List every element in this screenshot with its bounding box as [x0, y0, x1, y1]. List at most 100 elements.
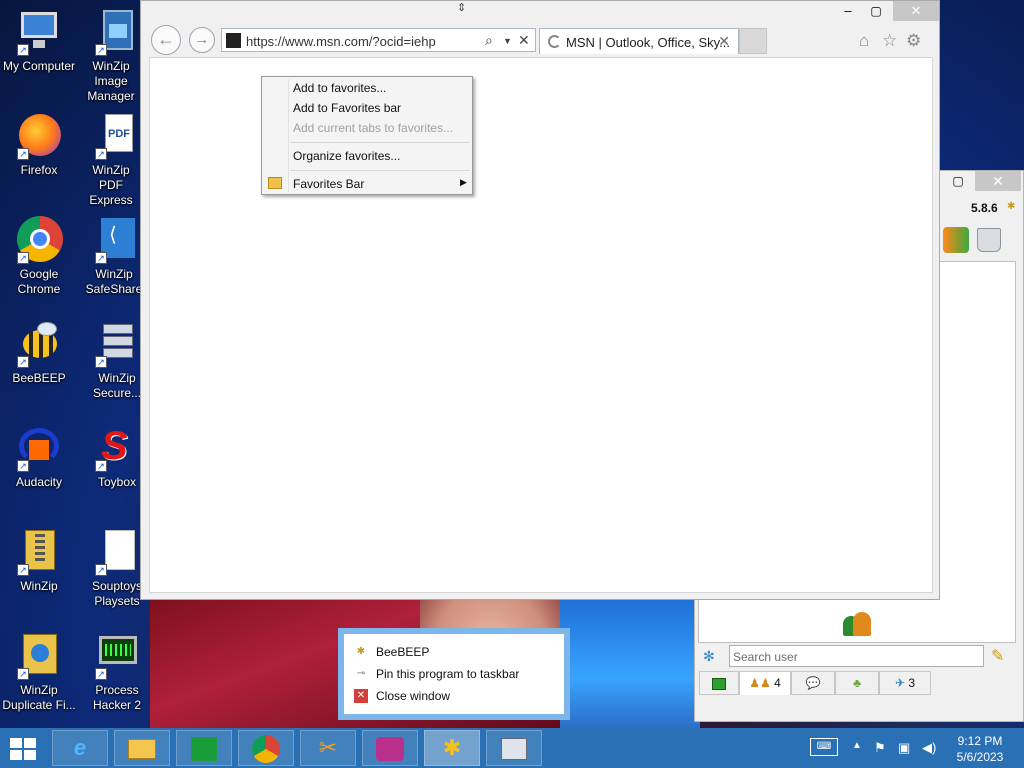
- trash-icon[interactable]: [977, 228, 1001, 252]
- taskbar-internet-explorer[interactable]: e: [52, 730, 108, 766]
- clock[interactable]: 9:12 PM 5/6/2023: [940, 733, 1020, 765]
- bee-icon: ✱: [442, 735, 462, 760]
- desktop-icon-audacity[interactable]: ↗ Audacity: [0, 424, 78, 490]
- share-file-icon: ✈: [894, 676, 906, 690]
- maximize-button[interactable]: ▢: [861, 1, 891, 21]
- favorites-menu: Add to favorites... Add to Favorites bar…: [261, 76, 473, 195]
- pin-icon: ⊸: [356, 668, 366, 679]
- desktop-icon-label: WinZip Image Manager: [87, 59, 135, 103]
- home-icon[interactable]: ⌂: [859, 31, 869, 51]
- menu-item-add-to-favorites-bar[interactable]: Add to Favorites bar: [293, 101, 401, 115]
- menu-item-favorites-bar[interactable]: Favorites Bar: [293, 177, 364, 191]
- folder-icon: [268, 177, 282, 189]
- bee-icon: ✱: [356, 646, 366, 657]
- menu-item-add-to-favorites[interactable]: Add to favorites...: [293, 81, 386, 95]
- taskbar-store[interactable]: [176, 730, 232, 766]
- menu-separator: [290, 142, 470, 143]
- close-icon: ✕: [354, 689, 368, 703]
- desktop-icon-label: Process Hacker 2: [92, 683, 142, 712]
- file-explorer-icon: [128, 739, 156, 760]
- network-icon[interactable]: ▣: [898, 740, 910, 756]
- desktop-icon-label: Audacity: [15, 475, 63, 489]
- tools-icon: ✂: [318, 735, 338, 760]
- settings-gear-icon[interactable]: ✻: [703, 648, 715, 665]
- process-hacker-icon: ↗: [93, 632, 141, 680]
- computer-icon: ↗: [15, 8, 63, 56]
- document-icon: ↗: [93, 528, 141, 576]
- dropdown-icon[interactable]: ▼: [503, 36, 512, 46]
- taskbar-window[interactable]: [486, 730, 542, 766]
- desktop-icon-winzip-duplicate[interactable]: ↗ WinZip Duplicate Fi...: [0, 632, 78, 713]
- forward-button[interactable]: →: [189, 27, 215, 53]
- keyboard-icon[interactable]: ⌨: [810, 738, 838, 756]
- tab-share[interactable]: ✈ 3: [879, 671, 931, 695]
- menu-gutter: [288, 79, 289, 192]
- server-icon: ↗: [93, 320, 141, 368]
- desktop-icon-label: Google Chrome: [17, 267, 61, 296]
- favorites-star-icon[interactable]: ☆: [882, 31, 897, 51]
- jump-item-pin[interactable]: Pin this program to taskbar: [376, 667, 519, 681]
- cursor-icon: ⇕: [457, 2, 467, 14]
- desktop-icon-label: My Computer: [2, 59, 76, 73]
- desktop-icon-winzip[interactable]: ↗ WinZip: [0, 528, 78, 594]
- desktop-icon-label: WinZip Secure...: [92, 371, 142, 400]
- bee-icon: ↗: [15, 320, 63, 368]
- flag-icon[interactable]: ⚑: [874, 740, 886, 756]
- share-icon: ⟨ ↗: [93, 216, 141, 264]
- tab-msn[interactable]: MSN | Outlook, Office, Sky... ✕: [539, 28, 739, 54]
- clear-broom-icon[interactable]: ✎: [991, 646, 1004, 666]
- jump-item-close-window[interactable]: Close window: [376, 689, 450, 703]
- search-user-input[interactable]: Search user: [729, 645, 984, 667]
- desktop-icon-process-hacker[interactable]: ↗ Process Hacker 2: [78, 632, 156, 713]
- taskbar-chrome[interactable]: [238, 730, 294, 766]
- desktop-icon-label: WinZip Duplicate Fi...: [2, 683, 76, 712]
- back-button[interactable]: ←: [151, 25, 181, 55]
- tab-count: 3: [908, 676, 916, 690]
- stop-icon[interactable]: ✕: [518, 32, 530, 49]
- users-icon: [843, 612, 873, 636]
- menu-item-add-current-tabs: Add current tabs to favorites...: [293, 121, 454, 135]
- minimize-button[interactable]: –: [833, 1, 863, 21]
- tools-gear-icon[interactable]: ⚙: [906, 31, 921, 51]
- menu-separator: [290, 170, 470, 171]
- update-icon[interactable]: [943, 227, 969, 253]
- close-button[interactable]: ✕: [893, 1, 939, 21]
- loading-icon: [548, 35, 561, 48]
- desktop-icon-google-chrome[interactable]: ↗ Google Chrome: [0, 216, 78, 297]
- version-label: 5.8.6: [971, 201, 998, 215]
- menu-item-organize-favorites[interactable]: Organize favorites...: [293, 149, 400, 163]
- tab-users[interactable]: ♟♟ 4: [739, 671, 791, 695]
- tab-group[interactable]: ♣: [835, 671, 879, 695]
- taskbar-beebeep[interactable]: ✱: [424, 730, 480, 766]
- desktop-icon-beebeep[interactable]: ↗ BeeBEEP: [0, 320, 78, 386]
- internet-explorer-icon: e: [73, 735, 87, 760]
- desktop-icon-firefox[interactable]: ↗ Firefox: [0, 112, 78, 178]
- close-button[interactable]: ✕: [975, 171, 1021, 191]
- taskbar-tools[interactable]: ✂: [300, 730, 356, 766]
- bee-small-icon: ✱: [1007, 201, 1016, 212]
- show-hidden-icons-icon[interactable]: ▲: [852, 740, 862, 751]
- tab-close-icon[interactable]: ✕: [718, 33, 730, 50]
- monitor-icon: [712, 677, 726, 690]
- taskbar-camera[interactable]: [362, 730, 418, 766]
- new-tab-button[interactable]: [739, 28, 767, 54]
- volume-icon[interactable]: ◀): [922, 740, 936, 756]
- desktop-icon-label: Firefox: [20, 163, 58, 177]
- internet-explorer-window: ⇕ – ▢ ✕ ← → https://www.msn.com/?ocid=ie…: [140, 0, 940, 600]
- users-icon: ♟♟: [749, 676, 771, 690]
- taskbar-jump-list: ✱ BeeBEEP ⊸ Pin this program to taskbar …: [338, 628, 570, 720]
- search-placeholder: Search user: [733, 650, 798, 664]
- tab-monitor[interactable]: [699, 671, 739, 695]
- jump-item-beebeep[interactable]: BeeBEEP: [376, 645, 429, 659]
- desktop-icon-label: BeeBEEP: [12, 371, 66, 385]
- address-bar[interactable]: https://www.msn.com/?ocid=iehp ⌕ ▼ ✕: [221, 28, 536, 52]
- taskbar-file-explorer[interactable]: [114, 730, 170, 766]
- maximize-button[interactable]: ▢: [943, 171, 973, 191]
- desktop-icon-my-computer[interactable]: ↗ My Computer: [0, 8, 78, 74]
- audacity-icon: ↗: [15, 424, 63, 472]
- url-text: https://www.msn.com/?ocid=iehp: [246, 34, 436, 49]
- tab-chat[interactable]: 💬: [791, 671, 835, 695]
- search-icon[interactable]: ⌕: [485, 32, 493, 49]
- start-button[interactable]: [10, 738, 36, 760]
- date: 5/6/2023: [956, 750, 1004, 764]
